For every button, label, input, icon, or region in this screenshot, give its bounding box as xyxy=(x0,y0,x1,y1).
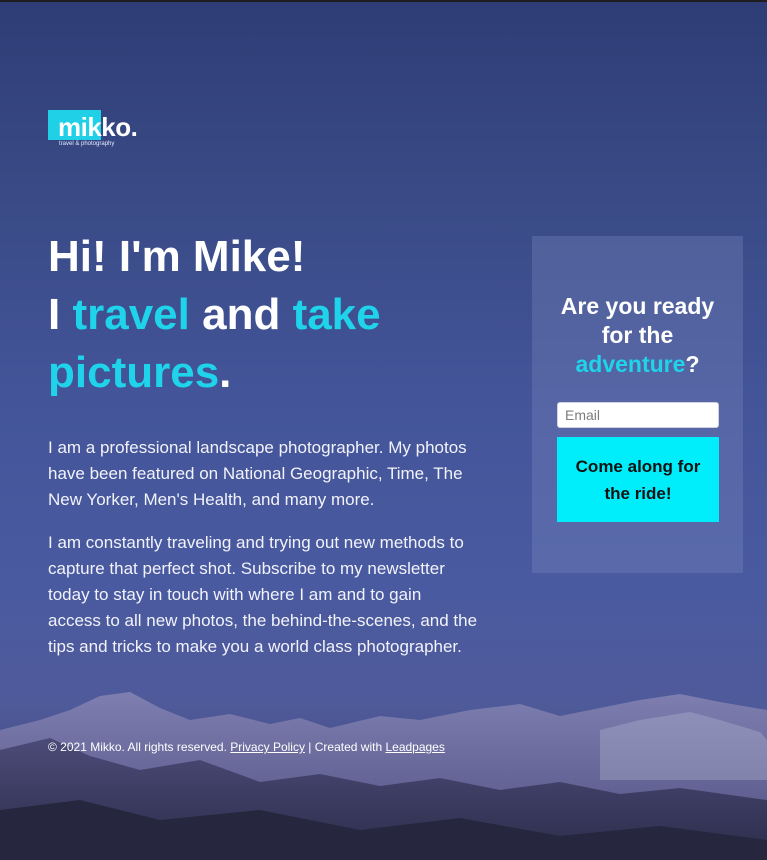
signup-title-end: ? xyxy=(685,351,700,377)
headline-line2-prefix: I xyxy=(48,290,73,339)
signup-title-line2: for the xyxy=(601,322,674,348)
logo-wordmark: mikko. xyxy=(58,112,138,142)
mountain-landscape-image xyxy=(0,692,767,860)
headline-word-take: take xyxy=(292,290,381,339)
signup-title: Are you ready for the adventure? xyxy=(532,292,743,379)
privacy-policy-link[interactable]: Privacy Policy xyxy=(230,740,305,754)
bio-paragraph-1: I am a professional landscape photograph… xyxy=(48,438,467,509)
hero-headline: Hi! I'm Mike! I travel and take pictures… xyxy=(48,228,488,402)
headline-line2-mid: and xyxy=(189,290,293,339)
bio-text: I am a professional landscape photograph… xyxy=(48,435,478,677)
signup-title-line1: Are you ready xyxy=(560,293,715,319)
mikko-logo: mikko. travel & photography xyxy=(48,110,148,152)
headline-word-travel: travel xyxy=(72,290,190,339)
logo-tagline: travel & photography xyxy=(59,141,115,147)
headline-period: . xyxy=(219,348,232,397)
footer-copyright: © 2021 Mikko. All rights reserved. xyxy=(48,740,227,754)
headline-word-pictures: pictures xyxy=(48,348,220,397)
signup-title-highlight: adventure xyxy=(575,351,686,377)
headline-line1: Hi! I'm Mike! xyxy=(48,232,306,281)
signup-card: Are you ready for the adventure? Come al… xyxy=(532,236,743,573)
footer: © 2021 Mikko. All rights reserved. Priva… xyxy=(48,740,445,754)
bio-paragraph-2: I am constantly traveling and trying out… xyxy=(48,533,478,656)
subscribe-button[interactable]: Come along for the ride! xyxy=(557,437,719,522)
landing-page: mikko. travel & photography Hi! I'm Mike… xyxy=(0,0,767,860)
footer-separator: | Created with xyxy=(308,740,383,754)
leadpages-link[interactable]: Leadpages xyxy=(385,740,444,754)
email-field[interactable] xyxy=(557,402,719,428)
